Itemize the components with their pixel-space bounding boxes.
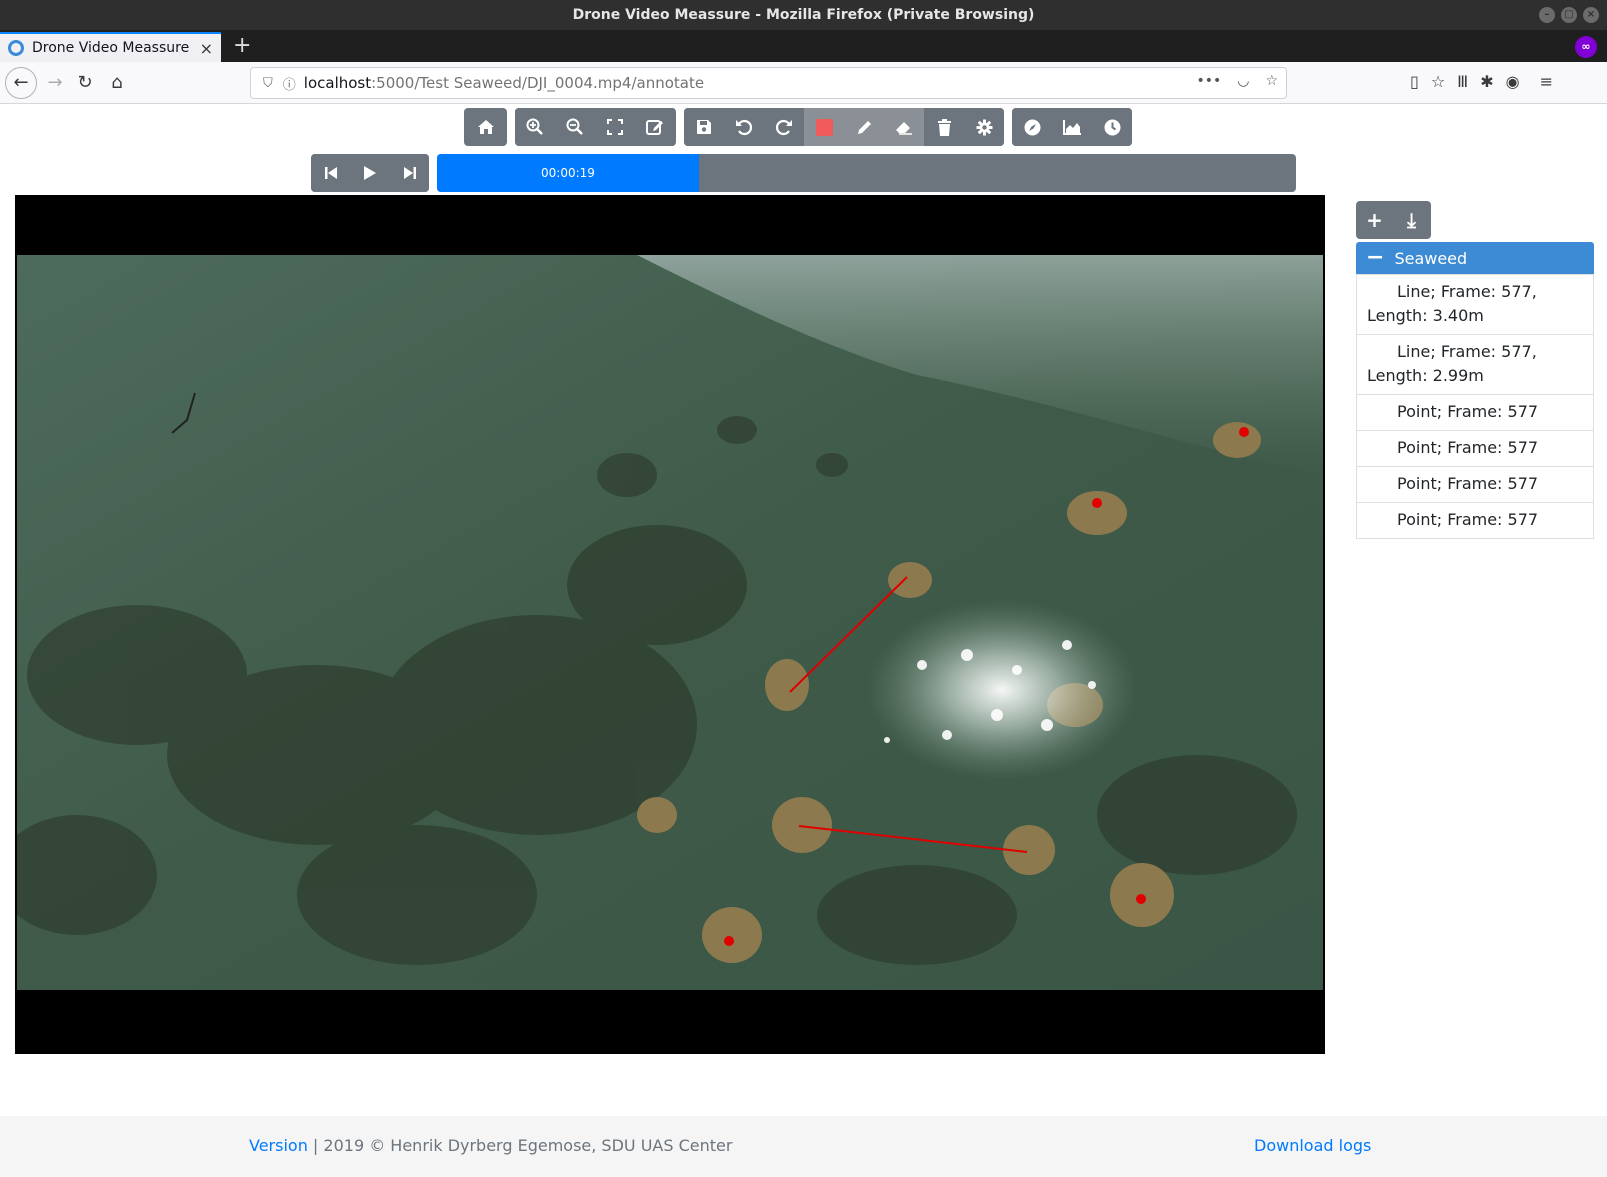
back-icon[interactable]: ←: [5, 67, 37, 99]
import-icon[interactable]: ⤓: [1393, 201, 1430, 239]
zoom-in-icon[interactable]: [515, 108, 555, 146]
maximize-icon[interactable]: □: [1561, 7, 1577, 23]
video-frame[interactable]: [17, 255, 1323, 990]
home-button-group: [464, 108, 507, 146]
library-icon[interactable]: Ⅲ: [1457, 72, 1468, 91]
play-icon[interactable]: [350, 154, 390, 192]
browser-toolbar-right: ▯ ☆ Ⅲ ✱ ◉ ≡: [1410, 72, 1553, 91]
footer: Version | 2019 © Henrik Dyrberg Egemose,…: [0, 1116, 1607, 1177]
step-back-icon[interactable]: [311, 154, 350, 192]
chart-area-icon[interactable]: [1052, 108, 1092, 146]
window-title: Drone Video Meassure - Mozilla Firefox (…: [572, 7, 1035, 23]
video-progress-bar[interactable]: 00:00:19: [437, 154, 1296, 192]
private-browsing-icon: ∞: [1575, 36, 1597, 58]
view-button-group: [515, 108, 676, 146]
group-name: Seaweed: [1394, 248, 1468, 268]
url-path: :5000/Test Seaweed/DJI_0004.mp4/annotate: [371, 74, 705, 92]
progress-fill: 00:00:19: [437, 154, 699, 192]
step-forward-icon[interactable]: [390, 154, 429, 192]
page-actions-icon[interactable]: •••: [1196, 73, 1221, 89]
url-bar[interactable]: ⛉ ⓘ localhost:5000/Test Seaweed/DJI_0004…: [250, 67, 1287, 99]
forward-icon[interactable]: →: [40, 68, 70, 98]
annotation-point[interactable]: [1136, 894, 1146, 904]
save-icon[interactable]: [684, 108, 724, 146]
plus-icon[interactable]: +: [1356, 201, 1393, 239]
list-item[interactable]: Point; Frame: 577: [1357, 430, 1593, 466]
list-item[interactable]: Point; Frame: 577: [1357, 394, 1593, 430]
gear-icon[interactable]: [964, 108, 1004, 146]
close-window-icon[interactable]: ×: [1583, 7, 1599, 23]
video-canvas[interactable]: [15, 195, 1325, 1054]
download-logs-link[interactable]: Download logs: [1254, 1136, 1371, 1155]
favicon-icon: [8, 40, 24, 56]
redo-icon[interactable]: [764, 108, 804, 146]
annotation-point[interactable]: [1239, 427, 1249, 437]
list-item[interactable]: Point; Frame: 577: [1357, 466, 1593, 502]
home-page-icon[interactable]: ⌂: [102, 68, 132, 98]
url-host: localhost: [303, 74, 372, 92]
trash-icon[interactable]: [924, 108, 964, 146]
os-titlebar: Drone Video Meassure - Mozilla Firefox (…: [0, 0, 1607, 30]
bookmark-star-icon[interactable]: ☆: [1265, 73, 1278, 89]
collapse-icon[interactable]: −: [1366, 247, 1384, 269]
reload-icon[interactable]: ↻: [70, 68, 100, 98]
eraser-icon[interactable]: [884, 108, 924, 146]
compass-icon[interactable]: [1012, 108, 1052, 146]
video-scene: [17, 255, 1323, 990]
footer-left: Version | 2019 © Henrik Dyrberg Egemose,…: [249, 1136, 732, 1155]
annotation-point[interactable]: [1092, 498, 1102, 508]
annotation-list: Line; Frame: 577, Length: 3.40m Line; Fr…: [1356, 274, 1594, 539]
pencil-icon[interactable]: [844, 108, 884, 146]
tab-strip: Drone Video Meassure × + ∞: [0, 30, 1607, 62]
list-item[interactable]: Line; Frame: 577, Length: 3.40m: [1357, 274, 1593, 334]
home-icon[interactable]: [464, 108, 507, 146]
annotation-point[interactable]: [724, 936, 734, 946]
annotation-group-header[interactable]: − Seaweed: [1356, 242, 1594, 274]
tab-close-icon[interactable]: ×: [200, 39, 213, 58]
analysis-button-group: [1012, 108, 1132, 146]
undo-icon[interactable]: [724, 108, 764, 146]
stop-square: [815, 118, 833, 136]
version-link[interactable]: Version: [249, 1136, 308, 1155]
reader-view-icon[interactable]: ▯: [1410, 72, 1419, 91]
window-controls: – □ ×: [1539, 7, 1599, 23]
tab-title: Drone Video Meassure: [32, 40, 190, 56]
browser-tab[interactable]: Drone Video Meassure ×: [0, 32, 221, 62]
zoom-out-icon[interactable]: [555, 108, 595, 146]
pocket-icon[interactable]: ◡: [1237, 73, 1249, 89]
new-tab-icon[interactable]: +: [233, 34, 251, 58]
info-icon[interactable]: ⓘ: [283, 74, 296, 93]
list-item[interactable]: Line; Frame: 577, Length: 2.99m: [1357, 334, 1593, 394]
page-content: 00:00:19 + ⤓ − Seaweed Line; Frame: 577,…: [0, 104, 1607, 1177]
minimize-icon[interactable]: –: [1539, 7, 1555, 23]
player-controls: [311, 154, 429, 192]
extension-icon[interactable]: ✱: [1480, 72, 1493, 91]
account-icon[interactable]: ◉: [1506, 72, 1520, 91]
stop-icon[interactable]: [804, 108, 844, 146]
edit-button-group: [684, 108, 1004, 146]
clock-icon[interactable]: [1092, 108, 1132, 146]
copyright-text: | 2019 © Henrik Dyrberg Egemose, SDU UAS…: [307, 1136, 733, 1155]
edit-icon[interactable]: [635, 108, 675, 146]
url-actions: ••• ◡ ☆: [1196, 73, 1278, 89]
navigation-bar: ← → ↻ ⌂ ⛉ ⓘ localhost:5000/Test Seaweed/…: [0, 62, 1607, 104]
bookmarks-icon[interactable]: ☆: [1431, 72, 1445, 91]
menu-icon[interactable]: ≡: [1540, 72, 1553, 91]
fullscreen-icon[interactable]: [595, 108, 635, 146]
annotation-panel-buttons: + ⤓: [1356, 201, 1431, 239]
shield-icon[interactable]: ⛉: [263, 76, 273, 91]
list-item[interactable]: Point; Frame: 577: [1357, 502, 1593, 538]
